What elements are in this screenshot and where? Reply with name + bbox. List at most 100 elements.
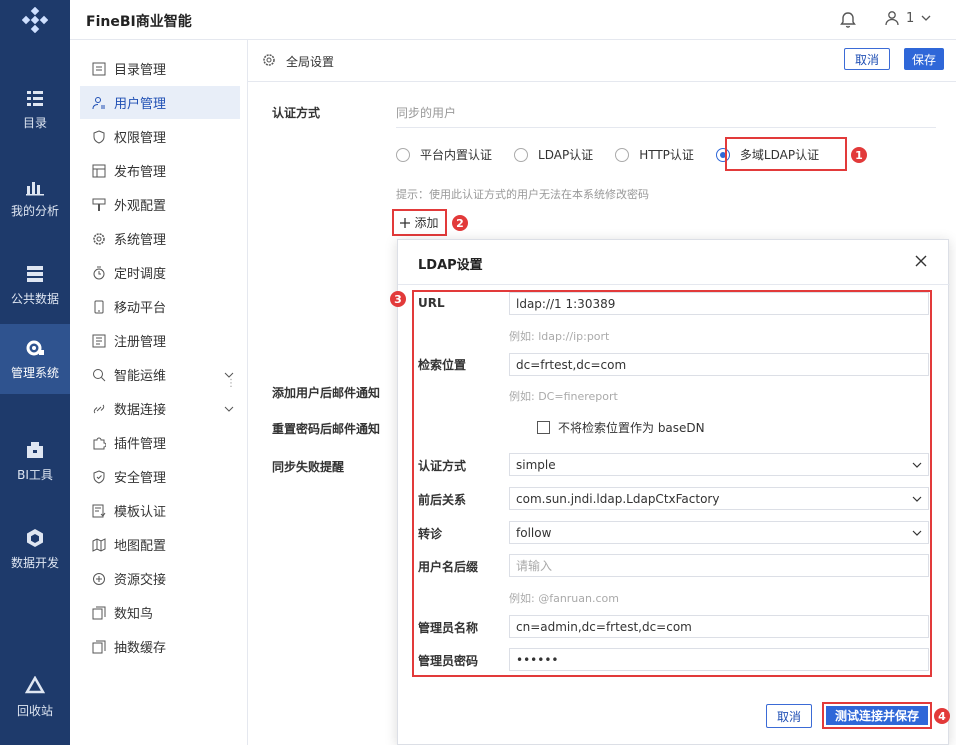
app-logo[interactable] xyxy=(0,0,70,40)
rail-item-analysis[interactable]: 我的分析 xyxy=(0,162,70,232)
step-badge-3: 3 xyxy=(390,291,406,307)
map-icon xyxy=(92,537,106,552)
url-input[interactable]: ldap://1 1:30389 xyxy=(509,292,929,315)
sidebar-item-plugins[interactable]: 插件管理 xyxy=(80,426,240,459)
page-header: 全局设置 取消 保存 xyxy=(248,40,956,82)
sidebar-item-shuzhiniao[interactable]: 数知鸟 xyxy=(80,596,240,629)
ldap-dialog: LDAP设置 3 URL ldap://1 1:30389 例如: ldap:/… xyxy=(390,239,950,745)
sidebar-item-permissions[interactable]: 权限管理 xyxy=(80,120,240,153)
search-base-input[interactable]: dc=frtest,dc=com xyxy=(509,353,929,376)
gear-icon xyxy=(93,232,105,245)
admin-pwd-label: 管理员密码 xyxy=(418,654,479,668)
link-icon xyxy=(93,404,105,413)
dialog-title: LDAP设置 xyxy=(418,258,483,273)
cache-icon xyxy=(92,640,106,653)
sidebar-item-publish[interactable]: 发布管理 xyxy=(80,154,240,187)
left-rail: 目录 我的分析 公共数据 管理系统 BI工具 数据开发 回收站 xyxy=(0,40,70,745)
user-icon xyxy=(92,96,105,109)
sidebar-item-map[interactable]: 地图配置 xyxy=(80,528,240,561)
sync-fail-label: 同步失败提醒 xyxy=(272,460,345,474)
sidebar-item-mobile[interactable]: 移动平台 xyxy=(80,290,240,323)
rail-label: 回收站 xyxy=(16,703,53,718)
logo-icon xyxy=(22,7,48,33)
rail-item-data-dev[interactable]: 数据开发 xyxy=(0,514,70,584)
manage-icon xyxy=(26,340,44,355)
admin-name-label: 管理员名称 xyxy=(418,621,479,635)
radio-http[interactable]: HTTP认证 xyxy=(615,146,694,163)
save-button[interactable]: 保存 xyxy=(904,48,944,70)
auth-hint: 提示：使用此认证方式的用户无法在本系统修改密码 xyxy=(396,188,649,201)
referral-select[interactable]: follow xyxy=(509,521,929,544)
sidebar-item-appearance[interactable]: 外观配置 xyxy=(80,188,240,221)
sidebar-item-label: 系统管理 xyxy=(114,233,167,248)
bell-icon[interactable] xyxy=(838,10,858,30)
admin-pwd-input[interactable]: •••••• xyxy=(509,648,929,671)
add-button[interactable]: 添加 xyxy=(392,209,447,236)
brush-icon xyxy=(92,198,106,211)
context-select[interactable]: com.sun.jndi.ldap.LdapCtxFactory xyxy=(509,487,929,510)
close-icon[interactable] xyxy=(914,254,928,268)
rail-item-public-data[interactable]: 公共数据 xyxy=(0,250,70,320)
radio-builtin[interactable]: 平台内置认证 xyxy=(396,146,492,163)
sidebar-item-connections[interactable]: 数据连接 xyxy=(80,392,240,425)
radio-circle xyxy=(615,147,630,162)
step-badge-2: 2 xyxy=(452,215,468,231)
cube-icon xyxy=(27,528,43,547)
cancel-button[interactable]: 取消 xyxy=(844,48,890,70)
test-and-save-button[interactable]: 测试连接并保存 xyxy=(822,702,932,729)
sidebar-item-label: 外观配置 xyxy=(114,199,167,214)
sidebar: 目录管理 用户管理 权限管理 发布管理 外观配置 系统管理 定时调度 移动平台 … xyxy=(70,40,248,745)
sidebar-item-security[interactable]: 安全管理 xyxy=(80,460,240,493)
rail-item-recycle[interactable]: 回收站 xyxy=(0,662,70,732)
sidebar-item-label: 定时调度 xyxy=(114,267,167,282)
search-icon xyxy=(93,368,106,381)
sidebar-item-handover[interactable]: 资源交接 xyxy=(80,562,240,595)
rail-label: 数据开发 xyxy=(10,555,59,570)
basedn-checkbox[interactable] xyxy=(537,421,550,434)
collapse-handle[interactable]: ⋮ xyxy=(226,378,236,389)
sidebar-item-system[interactable]: 系统管理 xyxy=(80,222,240,255)
add-label: 添加 xyxy=(414,216,439,230)
recycle-icon xyxy=(25,675,45,693)
sidebar-item-template-auth[interactable]: 模板认证 xyxy=(80,494,240,527)
admin-name-input[interactable]: cn=admin,dc=frtest,dc=com xyxy=(509,615,929,638)
sidebar-item-ops[interactable]: 智能运维 xyxy=(80,358,240,391)
basedn-checkbox-row[interactable]: 不将检索位置作为 baseDN xyxy=(537,419,705,436)
chevron-down-icon xyxy=(224,406,234,412)
rail-label: 我的分析 xyxy=(10,203,59,218)
analysis-icon xyxy=(26,181,44,195)
auth-method-label: 认证方式 xyxy=(272,106,321,120)
sidebar-item-label: 资源交接 xyxy=(114,573,167,588)
clock-icon xyxy=(93,266,105,279)
sidebar-item-label: 数知鸟 xyxy=(114,607,154,622)
radio-circle xyxy=(396,147,410,162)
rail-item-bi-tools[interactable]: BI工具 xyxy=(0,426,70,496)
shield-check-icon xyxy=(93,469,105,484)
radio-label: HTTP认证 xyxy=(639,148,694,162)
test-and-save-label: 测试连接并保存 xyxy=(826,706,928,725)
sidebar-item-catalog[interactable]: 目录管理 xyxy=(80,52,240,85)
gear-icon xyxy=(263,54,275,66)
sidebar-item-label: 数据连接 xyxy=(114,403,167,418)
radio-ldap[interactable]: LDAP认证 xyxy=(514,146,593,163)
chevron-down-icon xyxy=(921,15,931,21)
dialog-cancel-button[interactable]: 取消 xyxy=(766,704,812,728)
auth-mode-select[interactable]: simple xyxy=(509,453,929,476)
sidebar-item-label: 智能运维 xyxy=(114,369,167,384)
sync-user-field[interactable]: 同步的用户 xyxy=(396,104,936,128)
referral-label: 转诊 xyxy=(418,527,443,541)
sidebar-item-label: 目录管理 xyxy=(114,63,167,78)
register-icon xyxy=(92,334,106,347)
sidebar-item-cache[interactable]: 抽数缓存 xyxy=(80,630,240,663)
rail-item-manage[interactable]: 管理系统 xyxy=(0,324,70,394)
sidebar-item-register[interactable]: 注册管理 xyxy=(80,324,240,357)
sidebar-item-schedule[interactable]: 定时调度 xyxy=(80,256,240,289)
puzzle-icon xyxy=(93,437,106,449)
user-menu[interactable]: 1 xyxy=(884,10,932,26)
sidebar-item-users[interactable]: 用户管理 xyxy=(80,86,240,119)
radio-label: 平台内置认证 xyxy=(420,148,493,162)
sidebar-item-label: 发布管理 xyxy=(114,165,167,180)
rail-label: 目录 xyxy=(22,115,47,130)
suffix-input[interactable]: 请输入 xyxy=(509,554,929,577)
rail-item-catalog[interactable]: 目录 xyxy=(0,74,70,144)
